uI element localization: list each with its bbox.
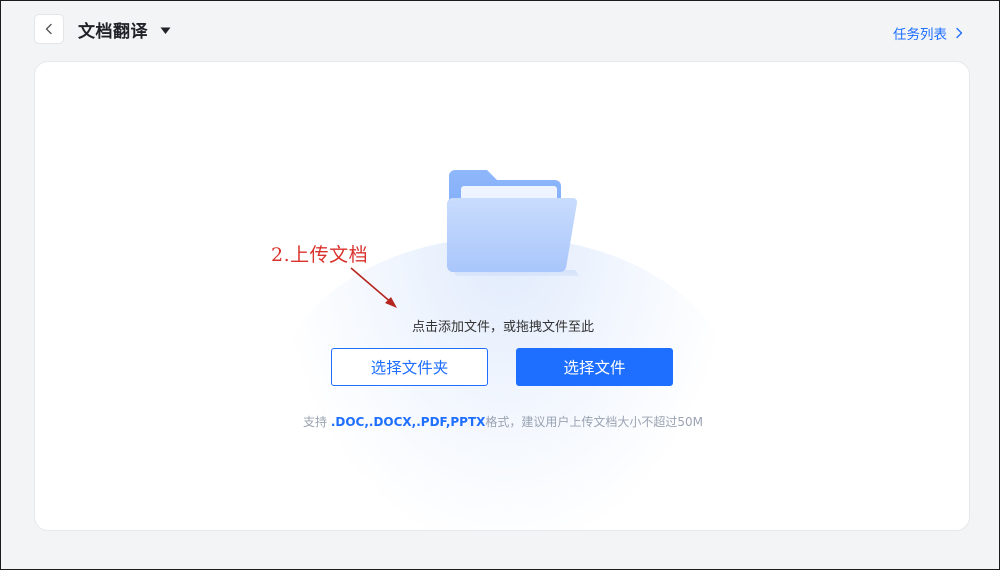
title-dropdown[interactable]: 文档翻译: [78, 17, 171, 42]
caret-down-icon: [160, 27, 171, 34]
task-list-link[interactable]: 任务列表: [893, 23, 963, 43]
supported-formats-note: 支持 .DOC,.DOCX,.PDF,PPTX格式，建议用户上传文档大小不超过5…: [35, 413, 969, 430]
select-file-button[interactable]: 选择文件: [516, 348, 673, 386]
top-bar: 文档翻译 任务列表: [1, 1, 1000, 61]
upload-card[interactable]: 2.上传文档 点击添加文件，或拖拽文件至此 选择文件夹 选择文件 支持 .DOC…: [34, 61, 970, 531]
select-folder-button[interactable]: 选择文件夹: [331, 348, 488, 386]
support-prefix: 支持: [302, 415, 327, 429]
chevron-right-icon: [956, 27, 963, 39]
task-list-label: 任务列表: [893, 27, 947, 43]
folder-icon: [447, 170, 580, 276]
support-formats: .DOC,.DOCX,.PDF,PPTX: [330, 415, 486, 429]
upload-hint: 点击添加文件，或拖拽文件至此: [411, 320, 594, 335]
page-title: 文档翻译: [78, 22, 148, 42]
window-frame: 文档翻译 任务列表 2.上传文档 点击添加文件，或拖拽文件至此 选择文件夹 选择…: [0, 0, 1000, 570]
support-suffix: 格式，建议用户上传文档大小不超过50M: [485, 415, 704, 429]
annotation-arrow: [350, 267, 397, 308]
chevron-left-icon: [45, 23, 52, 35]
back-button[interactable]: [34, 14, 64, 44]
